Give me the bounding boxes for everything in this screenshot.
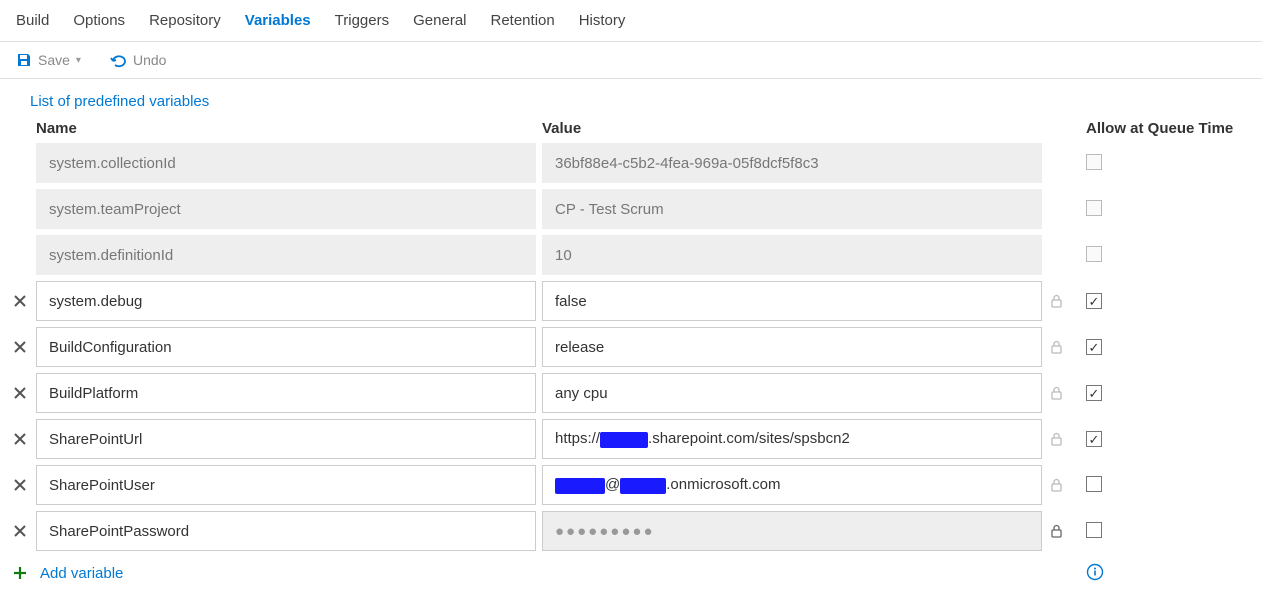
lock-icon[interactable] — [1044, 289, 1068, 313]
variable-row: SharePointUrlhttps://.sharepoint.com/sit… — [8, 419, 1246, 459]
variable-value-input[interactable]: release — [542, 327, 1042, 367]
variable-name-input[interactable]: SharePointUrl — [36, 419, 536, 459]
header-value: Value — [542, 120, 1042, 137]
variable-value-input: 36bf88e4-c5b2-4fea-969a-05f8dcf5f8c3 — [542, 143, 1042, 183]
variable-row: system.teamProjectCP - Test Scrum — [8, 189, 1246, 229]
undo-button[interactable]: Undo — [109, 52, 166, 68]
tab-build[interactable]: Build — [16, 8, 49, 41]
tab-triggers[interactable]: Triggers — [335, 8, 389, 41]
allow-at-queue-time-checkbox[interactable] — [1086, 339, 1102, 355]
delete-variable-button[interactable] — [8, 381, 32, 405]
header-allow: Allow at Queue Time — [1070, 120, 1246, 137]
save-button[interactable]: Save ▾ — [16, 52, 81, 68]
variable-name-input[interactable]: SharePointPassword — [36, 511, 536, 551]
save-icon — [16, 52, 32, 68]
delete-variable-button[interactable] — [8, 335, 32, 359]
tab-history[interactable]: History — [579, 8, 626, 41]
variable-value-input[interactable]: ●●●●●●●●● — [542, 511, 1042, 551]
variable-row: system.collectionId36bf88e4-c5b2-4fea-96… — [8, 143, 1246, 183]
variables-grid: Name Value Allow at Queue Time system.co… — [0, 112, 1262, 605]
variable-row: SharePointUser@.onmicrosoft.com — [8, 465, 1246, 505]
allow-at-queue-time-checkbox[interactable] — [1086, 385, 1102, 401]
variable-value-input: 10 — [542, 235, 1042, 275]
allow-at-queue-time-checkbox[interactable] — [1086, 431, 1102, 447]
variable-row: SharePointPassword●●●●●●●●● — [8, 511, 1246, 551]
undo-label: Undo — [133, 52, 166, 68]
allow-at-queue-time-checkbox — [1086, 200, 1102, 216]
lock-icon[interactable] — [1044, 427, 1068, 451]
add-variable-label[interactable]: Add variable — [40, 565, 123, 582]
undo-icon — [109, 52, 127, 68]
variable-name-input: system.collectionId — [36, 143, 536, 183]
variable-name-input: system.definitionId — [36, 235, 536, 275]
tab-repository[interactable]: Repository — [149, 8, 221, 41]
tab-options[interactable]: Options — [73, 8, 125, 41]
variable-value-input[interactable]: false — [542, 281, 1042, 321]
delete-variable-button[interactable] — [8, 289, 32, 313]
allow-at-queue-time-checkbox — [1086, 246, 1102, 262]
lock-icon[interactable] — [1044, 335, 1068, 359]
tab-general[interactable]: General — [413, 8, 466, 41]
variable-name-input: system.teamProject — [36, 189, 536, 229]
allow-at-queue-time-checkbox[interactable] — [1086, 522, 1102, 538]
variable-row: system.definitionId10 — [8, 235, 1246, 275]
variable-name-input[interactable]: BuildConfiguration — [36, 327, 536, 367]
tab-bar: Build Options Repository Variables Triggers G… — [0, 0, 1262, 42]
tab-retention[interactable]: Retention — [491, 8, 555, 41]
variable-row: BuildPlatformany cpu — [8, 373, 1246, 413]
lock-icon[interactable] — [1044, 473, 1068, 497]
delete-variable-button[interactable] — [8, 519, 32, 543]
chevron-down-icon: ▾ — [76, 55, 81, 66]
header-name: Name — [36, 120, 536, 137]
variable-name-input[interactable]: system.debug — [36, 281, 536, 321]
save-label: Save — [38, 52, 70, 68]
allow-at-queue-time-checkbox — [1086, 154, 1102, 170]
allow-at-queue-time-checkbox[interactable] — [1086, 293, 1102, 309]
variable-row: system.debugfalse — [8, 281, 1246, 321]
tab-variables[interactable]: Variables — [245, 8, 311, 41]
variable-value-input[interactable]: @.onmicrosoft.com — [542, 465, 1042, 505]
variable-value-input[interactable]: any cpu — [542, 373, 1042, 413]
allow-at-queue-time-checkbox[interactable] — [1086, 476, 1102, 492]
variable-value-input[interactable]: https://.sharepoint.com/sites/spsbcn2 — [542, 419, 1042, 459]
variable-value-input: CP - Test Scrum — [542, 189, 1042, 229]
delete-variable-button[interactable] — [8, 427, 32, 451]
add-variable-button[interactable] — [8, 561, 32, 585]
variable-name-input[interactable]: SharePointUser — [36, 465, 536, 505]
variable-name-input[interactable]: BuildPlatform — [36, 373, 536, 413]
grid-header: Name Value Allow at Queue Time — [8, 116, 1246, 143]
lock-icon[interactable] — [1044, 519, 1068, 543]
variable-row: BuildConfigurationrelease — [8, 327, 1246, 367]
toolbar: Save ▾ Undo — [0, 42, 1262, 79]
predefined-variables-link[interactable]: List of predefined variables — [0, 79, 225, 112]
info-icon[interactable] — [1086, 568, 1104, 584]
lock-icon[interactable] — [1044, 381, 1068, 405]
delete-variable-button[interactable] — [8, 473, 32, 497]
